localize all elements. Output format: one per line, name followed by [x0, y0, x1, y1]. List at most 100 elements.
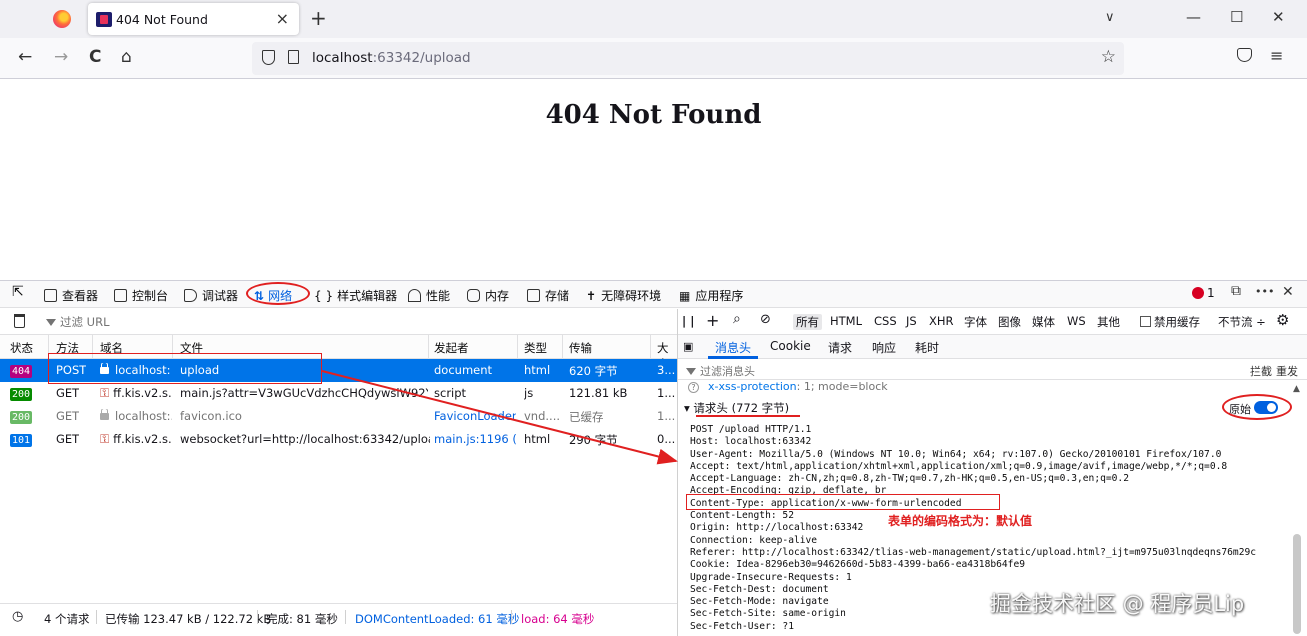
filter-fonts-button[interactable]: 字体	[964, 314, 987, 330]
tab-storage[interactable]: 存储	[527, 287, 569, 304]
close-window-button[interactable]: ✕	[1272, 8, 1285, 26]
resend-button[interactable]: 重发	[1276, 363, 1298, 379]
request-method: GET	[56, 432, 80, 446]
request-row[interactable]: 200 GET localhost:... favicon.ico Favico…	[0, 405, 677, 428]
tab-application[interactable]: ▦ 应用程序	[679, 287, 743, 304]
filter-all-button[interactable]: 所有	[793, 314, 822, 330]
settings-gear-icon[interactable]: ⚙	[1276, 311, 1289, 329]
tab-debugger[interactable]: 调试器	[184, 287, 238, 304]
request-row[interactable]: 200 GET ⚿ff.kis.v2.s... main.js?attr=V3w…	[0, 382, 677, 405]
pocket-icon[interactable]	[1237, 48, 1252, 62]
tab-request[interactable]: 请求	[828, 339, 852, 356]
pause-icon[interactable]: | |	[682, 314, 694, 328]
tab-response[interactable]: 响应	[872, 339, 896, 356]
tab-console[interactable]: 控制台	[114, 287, 168, 304]
app-menu-button[interactable]: ≡	[1270, 46, 1283, 65]
maximize-button[interactable]: ☐	[1230, 8, 1243, 26]
help-icon[interactable]: ?	[688, 382, 699, 393]
bookmark-star-icon[interactable]: ☆	[1101, 47, 1116, 67]
tab-headers[interactable]: 消息头	[715, 339, 751, 356]
clear-requests-icon[interactable]	[14, 314, 25, 328]
new-tab-button[interactable]: +	[310, 6, 327, 30]
more-options-icon[interactable]: •••	[1255, 285, 1274, 298]
dom-content-loaded-time: DOMContentLoaded: 61 毫秒	[355, 612, 520, 626]
scrollbar-thumb[interactable]	[1293, 534, 1301, 634]
filter-url-input[interactable]: 过滤 URL	[46, 314, 109, 330]
close-devtools-icon[interactable]: ✕	[1282, 284, 1294, 300]
status-badge: 404	[10, 365, 33, 378]
scroll-up-icon[interactable]: ▲	[1293, 384, 1300, 394]
network-summary-bar: ◷ 4 个请求 已传输 123.47 kB / 122.72 kB 完成: 81…	[0, 603, 677, 629]
back-button[interactable]: ←	[18, 47, 32, 67]
tab-memory[interactable]: 内存	[467, 287, 509, 304]
minimize-button[interactable]: —	[1186, 8, 1201, 26]
performance-icon	[408, 289, 421, 302]
list-all-tabs-button[interactable]: ∨	[1105, 10, 1115, 25]
filter-html-button[interactable]: HTML	[830, 314, 862, 328]
error-count[interactable]: 1	[1207, 286, 1215, 300]
style-editor-icon: { }	[314, 289, 334, 303]
firefox-view-icon[interactable]	[53, 10, 71, 28]
address-bar[interactable]: localhost:63342/upload ☆	[252, 42, 1124, 75]
request-transfer: 已缓存	[569, 410, 604, 424]
tab-inspector[interactable]: 查看器	[44, 287, 98, 304]
filter-css-button[interactable]: CSS	[874, 314, 897, 328]
disable-cache-checkbox[interactable]: 禁用缓存	[1140, 314, 1200, 330]
throttling-select[interactable]: 不节流 ÷	[1218, 314, 1266, 330]
request-file: favicon.ico	[180, 409, 242, 423]
lock-icon	[100, 409, 109, 420]
request-row[interactable]: 101 GET ⚿ff.kis.v2.s... websocket?url=ht…	[0, 428, 677, 451]
tab-style-editor[interactable]: { } 样式编辑器	[314, 287, 397, 304]
request-initiator: document	[434, 363, 493, 377]
tab-favicon-icon	[96, 12, 112, 27]
annotation-text: 表单的编码格式为：默认值	[888, 514, 1033, 528]
request-transfer: 290 字节	[569, 433, 618, 447]
request-domain: ⚿ff.kis.v2.s...	[100, 432, 172, 446]
forward-button[interactable]: →	[54, 47, 68, 67]
performance-analysis-icon[interactable]: ◷	[12, 609, 23, 624]
url-text[interactable]: localhost:63342/upload	[312, 50, 471, 66]
col-status[interactable]: 状态	[10, 340, 33, 356]
search-icon[interactable]: ⌕	[733, 311, 741, 327]
request-domain: localhost:...	[100, 409, 172, 423]
accessibility-icon: ✝	[586, 289, 597, 303]
add-icon[interactable]: +	[706, 311, 719, 330]
home-button[interactable]: ⌂	[121, 47, 132, 67]
filter-ws-button[interactable]: WS	[1067, 314, 1086, 328]
block-icon[interactable]: ⊘	[760, 312, 771, 327]
tracking-protection-icon[interactable]	[262, 50, 275, 65]
request-initiator-link[interactable]: FaviconLoader...	[434, 409, 516, 423]
col-type[interactable]: 类型	[524, 340, 547, 356]
filter-images-button[interactable]: 图像	[998, 314, 1021, 330]
block-button[interactable]: 拦截	[1250, 363, 1272, 379]
dock-side-icon[interactable]: ⧉	[1231, 283, 1241, 299]
tab-timings[interactable]: 耗时	[915, 339, 939, 356]
page-info-icon[interactable]	[288, 50, 299, 64]
request-size: 3...	[657, 363, 676, 377]
sidebar-toggle-icon[interactable]: ▣	[683, 340, 693, 353]
browser-tab[interactable]: 404 Not Found ×	[88, 3, 299, 35]
filter-headers-input[interactable]: 过滤消息头	[686, 363, 755, 379]
request-count: 4 个请求	[44, 612, 90, 626]
request-initiator-link[interactable]: main.js:1196 (...	[434, 432, 516, 446]
filter-js-button[interactable]: JS	[906, 314, 917, 328]
headers-scrollbar[interactable]: ▲	[1291, 384, 1303, 636]
tab-accessibility[interactable]: ✝ 无障碍环境	[586, 287, 661, 304]
element-picker-icon[interactable]: ⇱	[12, 284, 24, 300]
raw-header-line: Sec-Fetch-User: ?1	[690, 620, 794, 632]
tab-close-icon[interactable]: ×	[276, 9, 289, 28]
col-initiator[interactable]: 发起者	[434, 340, 469, 356]
tab-cookies[interactable]: Cookie	[770, 339, 811, 353]
filter-media-button[interactable]: 媒体	[1032, 314, 1055, 330]
request-initiator: script	[434, 386, 467, 400]
request-type: html	[524, 432, 551, 446]
tab-performance[interactable]: 性能	[408, 287, 450, 304]
error-icon[interactable]	[1192, 287, 1204, 299]
tab-title: 404 Not Found	[116, 12, 208, 27]
checkbox-icon	[1140, 316, 1151, 327]
filter-xhr-button[interactable]: XHR	[929, 314, 954, 328]
filter-other-button[interactable]: 其他	[1097, 314, 1120, 330]
request-headers-section-toggle[interactable]: ▾ 请求头 (772 字节)	[684, 400, 789, 416]
col-transfer[interactable]: 传输	[569, 340, 592, 356]
reload-button[interactable]: C	[89, 47, 101, 67]
